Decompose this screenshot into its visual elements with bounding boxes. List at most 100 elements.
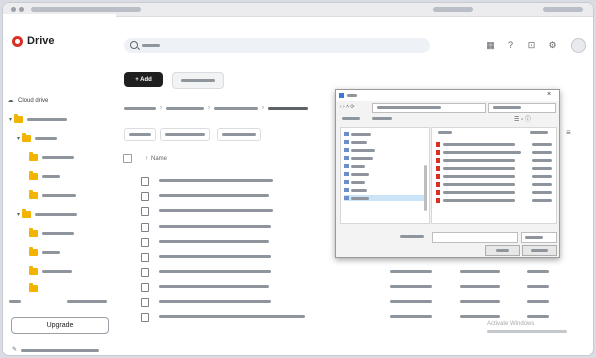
file-type-select[interactable] <box>521 232 557 243</box>
dialog-file-item[interactable] <box>436 190 552 196</box>
file-type <box>460 270 500 273</box>
tree-item-label <box>351 156 373 160</box>
sidebar-item-folder[interactable]: ▾ <box>7 113 111 126</box>
drive-icon <box>344 196 349 200</box>
file-name <box>159 285 269 288</box>
dialog-file-item[interactable] <box>436 158 552 164</box>
sidebar-item-label <box>42 270 72 273</box>
breadcrumb-item[interactable] <box>124 106 156 110</box>
organize-menu[interactable] <box>342 117 360 120</box>
cancel-button[interactable] <box>522 245 557 256</box>
file-icon <box>141 177 149 186</box>
sidebar-item-folder[interactable] <box>29 282 133 295</box>
column-header-name[interactable]: ↑ Name <box>145 156 167 162</box>
file-row[interactable] <box>138 282 578 292</box>
address-bar[interactable] <box>31 7 141 12</box>
chevron-right-icon: › <box>208 105 210 111</box>
tree-item[interactable] <box>344 163 365 169</box>
new-folder-menu[interactable] <box>372 117 392 120</box>
help-icon[interactable]: ? <box>506 41 515 50</box>
file-icon <box>141 283 149 292</box>
view-options-icon[interactable]: ☰ ▫ ⓘ <box>514 114 531 123</box>
sidebar-item-folder[interactable]: ▾ <box>15 132 119 145</box>
add-button[interactable]: + Add <box>124 72 163 87</box>
browser-actions[interactable] <box>433 7 473 12</box>
dialog-address-bar[interactable] <box>372 103 486 113</box>
sidebar-item-cloud-drive[interactable]: ☁ Cloud drive <box>7 94 111 107</box>
folder-icon <box>344 156 349 160</box>
dialog-file-date <box>532 151 552 154</box>
tree-scrollbar[interactable] <box>424 165 427 211</box>
bonus-storage-link[interactable]: ✎ <box>12 346 112 354</box>
upload-icon[interactable]: ⊡ <box>527 41 536 50</box>
tree-item[interactable] <box>344 147 375 153</box>
file-row[interactable] <box>138 312 578 322</box>
sidebar-item-folder[interactable] <box>29 151 133 164</box>
browser-profile[interactable] <box>543 7 583 12</box>
sidebar-item-label <box>42 175 60 178</box>
dialog-search-input[interactable] <box>488 103 556 113</box>
select-all-checkbox[interactable] <box>123 154 132 163</box>
file-icon <box>141 192 149 201</box>
file-size <box>527 315 549 318</box>
sidebar-item-label <box>42 194 76 197</box>
open-button[interactable] <box>485 245 520 256</box>
nav-arrows-icon[interactable]: ‹ › ˄ ⟳ <box>340 104 355 110</box>
activation-watermark: Activate Windows <box>487 321 535 327</box>
file-type <box>460 300 500 303</box>
sidebar-item-folder[interactable]: ▾ <box>15 208 119 221</box>
folder-icon <box>29 283 38 292</box>
tree-item[interactable] <box>344 179 365 185</box>
list-view-icon[interactable]: ≡ <box>566 128 571 137</box>
file-row[interactable] <box>138 267 578 277</box>
breadcrumb-item[interactable] <box>214 106 258 110</box>
sidebar-item-folder[interactable] <box>29 170 133 183</box>
tree-item[interactable] <box>344 171 369 177</box>
dialog-file-item[interactable] <box>436 174 552 180</box>
breadcrumb-item[interactable] <box>166 106 204 110</box>
search-input[interactable] <box>124 38 430 53</box>
dialog-file-name <box>443 199 515 202</box>
filter-chip[interactable] <box>217 128 261 141</box>
tree-item-label <box>351 132 371 136</box>
window-control-icon[interactable] <box>19 7 24 12</box>
folder-icon <box>29 228 38 237</box>
settings-icon[interactable]: ⚙ <box>548 41 557 50</box>
file-row[interactable] <box>138 297 578 307</box>
file-date <box>390 300 432 303</box>
tree-item-selected[interactable] <box>344 195 424 201</box>
avatar[interactable] <box>571 38 586 53</box>
sidebar-item-folder[interactable] <box>29 246 133 259</box>
tree-item[interactable] <box>344 155 373 161</box>
dialog-file-item[interactable] <box>436 166 552 172</box>
file-name <box>159 240 269 243</box>
breadcrumb-current <box>268 106 308 110</box>
dialog-file-item[interactable] <box>436 150 552 156</box>
grid-view-icon[interactable]: ▦ <box>486 41 495 50</box>
file-name-field[interactable] <box>432 232 518 243</box>
close-icon[interactable]: × <box>547 91 551 98</box>
sidebar-item-folder[interactable] <box>29 227 133 240</box>
new-folder-button[interactable] <box>172 72 224 89</box>
window-control-icon[interactable] <box>11 7 16 12</box>
tree-item[interactable] <box>344 139 367 145</box>
chevron-right-icon: › <box>262 105 264 111</box>
tree-item-label <box>351 164 365 168</box>
file-icon <box>141 268 149 277</box>
sidebar-item-folder[interactable] <box>29 265 133 278</box>
filter-chip[interactable] <box>124 128 156 141</box>
filter-chip[interactable] <box>160 128 210 141</box>
tree-item[interactable] <box>344 131 371 137</box>
chevron-right-icon: › <box>160 105 162 111</box>
chevron-down-icon: ▾ <box>16 136 20 142</box>
dialog-file-date <box>532 167 552 170</box>
pdf-icon <box>436 190 440 195</box>
dialog-file-item[interactable] <box>436 142 552 148</box>
upgrade-button[interactable]: Upgrade <box>11 317 109 334</box>
dialog-file-item[interactable] <box>436 198 552 204</box>
sidebar-item-folder[interactable] <box>29 189 133 202</box>
tree-item[interactable] <box>344 187 367 193</box>
dialog-file-item[interactable] <box>436 182 552 188</box>
dialog-file-name <box>443 175 515 178</box>
file-icon <box>141 223 149 232</box>
